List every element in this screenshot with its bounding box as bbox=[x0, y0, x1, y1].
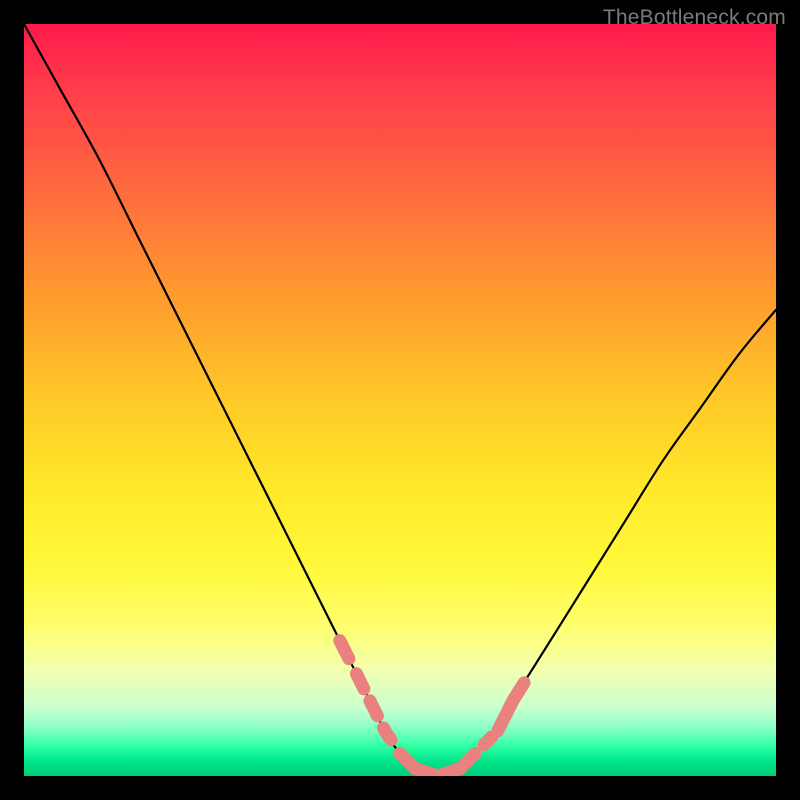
curve-highlight-segment bbox=[384, 728, 392, 740]
curve-highlight-segment bbox=[400, 753, 475, 776]
curve-highlight-segment bbox=[340, 641, 349, 659]
curve-highlight-segment bbox=[356, 674, 364, 689]
curve-highlight-segment bbox=[484, 737, 492, 745]
outer-frame: TheBottleneck.com bbox=[0, 0, 800, 800]
plot-area bbox=[24, 24, 776, 776]
curve-highlight-segment bbox=[498, 683, 524, 731]
watermark-text: TheBottleneck.com bbox=[603, 6, 786, 30]
curve-highlight-segment bbox=[370, 701, 378, 716]
bottleneck-curve bbox=[24, 24, 776, 776]
